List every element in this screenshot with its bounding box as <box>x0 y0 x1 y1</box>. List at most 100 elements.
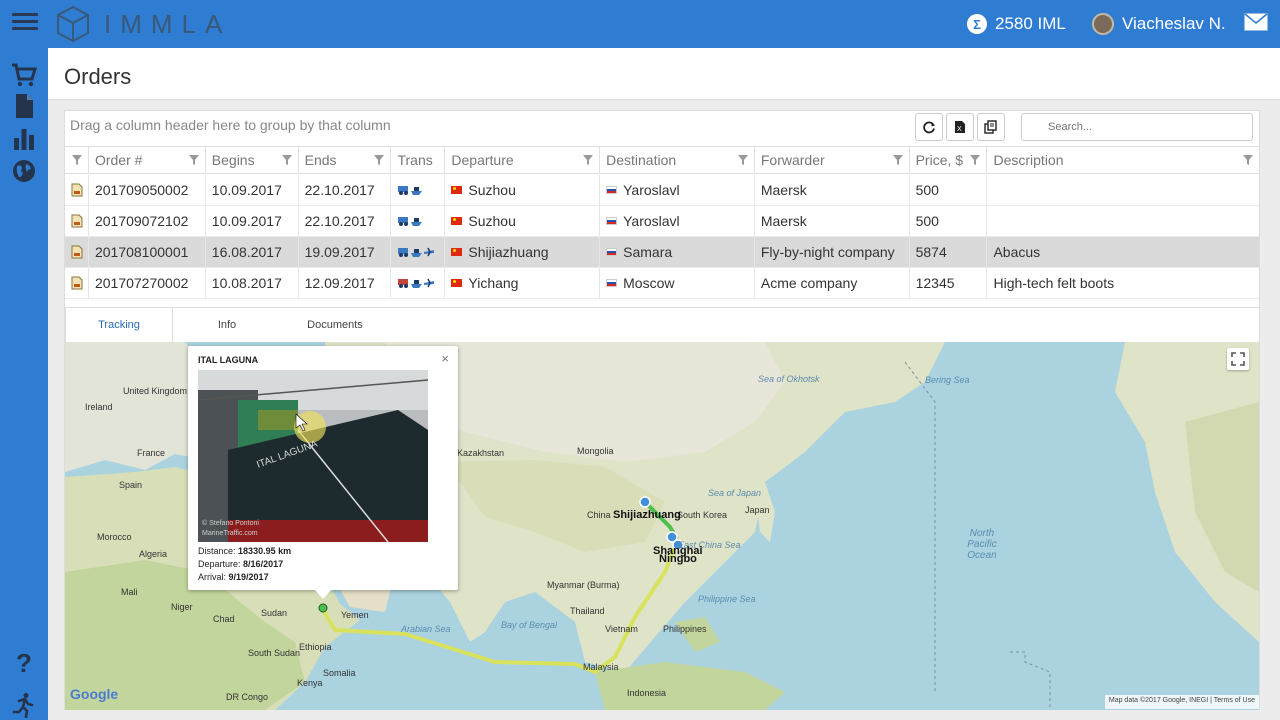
map-label: Indonesia <box>627 688 667 698</box>
header-forwarder[interactable]: Forwarder <box>755 147 910 173</box>
filter-icon[interactable] <box>72 155 82 165</box>
user-menu[interactable]: Viacheslav N. <box>1092 11 1226 37</box>
map-label: Mali <box>121 587 138 597</box>
vessel-photo-graphic: ITAL LAGUNA © Stefano Pontoni MarineTraf… <box>198 370 428 542</box>
row-doc-cell[interactable] <box>65 237 89 267</box>
filter-icon[interactable] <box>970 155 981 165</box>
distance-value: 18330.95 km <box>238 546 292 556</box>
table-row[interactable]: 201709050002 10.09.2017 22.10.2017 Suzho… <box>65 175 1259 206</box>
vessel-name: ITAL LAGUNA <box>198 355 259 365</box>
row-doc-cell[interactable] <box>65 268 89 298</box>
refresh-button[interactable] <box>915 113 943 141</box>
table-row[interactable]: 201709072102 10.09.2017 22.10.2017 Suzho… <box>65 206 1259 237</box>
header-order[interactable]: Order # <box>89 147 206 173</box>
map-label: China <box>587 510 611 520</box>
logo-cube-icon <box>57 5 89 43</box>
cell-price: 5874 <box>910 237 988 267</box>
russia-flag-icon <box>606 217 618 225</box>
tab-documents[interactable]: Documents <box>281 308 389 342</box>
header-description[interactable]: Description <box>987 147 1259 173</box>
header-begins[interactable]: Begins <box>206 147 299 173</box>
cell-forwarder: Acme company <box>755 268 910 298</box>
filter-icon[interactable] <box>892 155 903 165</box>
detail-tabs: Tracking Info Documents <box>65 307 1259 342</box>
user-name: Viacheslav N. <box>1122 14 1226 33</box>
column-chooser-button[interactable] <box>977 113 1005 141</box>
map-label: South Korea <box>677 510 728 520</box>
document-icon[interactable] <box>11 93 37 119</box>
group-by-hint[interactable]: Drag a column header here to group by th… <box>70 117 391 133</box>
order-document-icon[interactable] <box>71 276 83 290</box>
mail-icon[interactable] <box>1244 13 1268 31</box>
menu-icon[interactable] <box>12 10 38 36</box>
photo-credit: MarineTraffic.com <box>202 530 258 537</box>
google-logo: Google <box>70 686 118 702</box>
departure-city: Shijiazhuang <box>468 244 549 260</box>
map-attribution[interactable]: Map data ©2017 Google, INEGI | Terms of … <box>1104 695 1259 709</box>
map-label: South Sudan <box>248 648 301 658</box>
export-excel-button[interactable]: X <box>946 113 974 141</box>
row-doc-cell[interactable] <box>65 206 89 236</box>
fullscreen-button[interactable] <box>1227 348 1249 370</box>
map-label: Philippines <box>663 624 707 634</box>
runner-icon[interactable] <box>11 692 37 718</box>
tracking-map[interactable]: United Kingdom Ireland France Spain Moro… <box>65 342 1259 710</box>
header-ends[interactable]: Ends <box>299 147 392 173</box>
cell-price: 500 <box>910 206 988 236</box>
balance[interactable]: Σ 2580 IML <box>967 11 1066 37</box>
tab-info[interactable]: Info <box>173 308 281 342</box>
map-label: Yemen <box>341 610 369 620</box>
header-label: Destination <box>606 152 677 168</box>
map-label-sea: Philippine Sea <box>698 594 756 604</box>
search-input[interactable] <box>1021 113 1253 141</box>
vessel-info-popup: ITAL LAGUNA × ITAL LAGUNA © Stefano Pont… <box>188 346 458 599</box>
cell-order: 201709050002 <box>89 175 206 205</box>
tab-tracking[interactable]: Tracking <box>65 308 173 342</box>
china-flag-icon <box>451 186 463 194</box>
header-label: Departure <box>451 152 514 168</box>
filter-icon[interactable] <box>1243 155 1253 165</box>
order-document-icon[interactable] <box>71 245 83 259</box>
balance-value: 2580 IML <box>995 14 1066 33</box>
header-trans[interactable]: Trans <box>391 147 446 173</box>
popup-close-button[interactable]: × <box>441 351 449 366</box>
cart-icon[interactable] <box>11 62 37 88</box>
vessel-photo: ITAL LAGUNA © Stefano Pontoni MarineTraf… <box>198 370 428 542</box>
map-label: Ireland <box>85 402 113 412</box>
table-row[interactable]: 201707270002 10.08.2017 12.09.2017 Yicha… <box>65 268 1259 299</box>
order-document-icon[interactable] <box>71 183 83 197</box>
truck-ship-plane-icon <box>398 247 435 257</box>
filter-icon[interactable] <box>374 155 385 165</box>
map-label: Chad <box>213 614 235 624</box>
cell-description <box>987 175 1259 205</box>
header-price[interactable]: Price, $ <box>910 147 988 173</box>
filter-icon[interactable] <box>281 155 292 165</box>
header-departure[interactable]: Departure <box>445 147 601 173</box>
cell-ends: 19.09.2017 <box>299 237 392 267</box>
row-doc-cell[interactable] <box>65 175 89 205</box>
cell-forwarder: Maersk <box>755 175 910 205</box>
cell-destination: Samara <box>600 237 755 267</box>
cell-description <box>987 206 1259 236</box>
help-icon[interactable]: ? <box>11 650 37 676</box>
russia-flag-icon <box>606 279 618 287</box>
bar-chart-icon[interactable] <box>11 126 37 152</box>
cell-destination: Moscow <box>600 268 755 298</box>
header-destination[interactable]: Destination <box>600 147 755 173</box>
distance-line: Distance: 18330.95 km <box>198 546 291 556</box>
table-row-selected[interactable]: 201708100001 16.08.2017 19.09.2017 Shiji… <box>65 237 1259 268</box>
order-document-icon[interactable] <box>71 214 83 228</box>
cell-order: 201709072102 <box>89 206 206 236</box>
filter-icon[interactable] <box>737 155 748 165</box>
globe-icon[interactable] <box>11 158 37 184</box>
filter-icon[interactable] <box>188 155 199 165</box>
cell-description: High-tech felt boots <box>993 275 1115 291</box>
top-bar: IMMLA Σ 2580 IML Viacheslav N. <box>0 0 1280 48</box>
header-label: Order # <box>94 152 143 168</box>
map-label: Algeria <box>139 549 168 559</box>
cell-price: 500 <box>910 175 988 205</box>
page-title: Orders <box>64 64 132 89</box>
filter-icon[interactable] <box>583 155 594 165</box>
map-label: DR Congo <box>226 692 269 702</box>
cell-forwarder: Maersk <box>755 206 910 236</box>
